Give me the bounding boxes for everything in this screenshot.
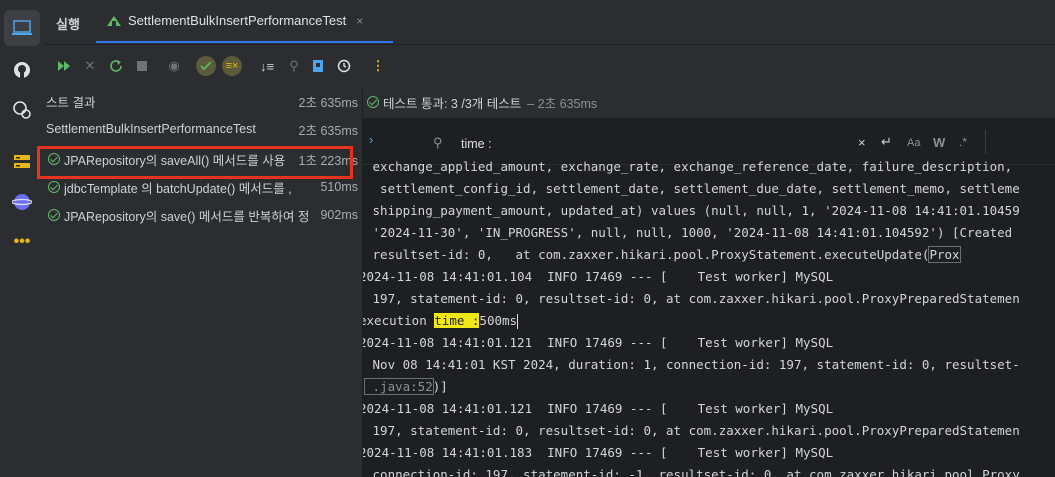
tool-window-bar: ••• — [0, 0, 45, 477]
test-tab-icon — [107, 15, 121, 26]
class-label: SettlementBulkInsertPerformanceTest — [46, 122, 256, 136]
console-line: 2024-11-08 14:41:01.121 INFO 17469 --- [… — [363, 335, 834, 350]
database-icon[interactable] — [10, 150, 34, 174]
rerun-all-icon[interactable] — [54, 56, 74, 76]
tree-row-root[interactable]: 스트 결과 2초 635ms — [44, 88, 362, 114]
match-case-toggle[interactable]: Aa — [907, 137, 920, 149]
enter-icon[interactable]: ↵ — [881, 134, 892, 150]
text-caret — [517, 314, 519, 329]
console-line: exchange_applied_amount, exchange_rate, … — [365, 160, 1013, 174]
close-tab-icon[interactable]: × — [356, 14, 363, 28]
root-label: 스트 결과 — [46, 95, 96, 110]
regex-toggle[interactable]: .* — [959, 135, 967, 149]
status-duration: – 2초 635ms — [527, 96, 598, 111]
search-icon: ⚲ — [433, 135, 443, 150]
tab-settlement-test[interactable]: SettlementBulkInsertPerformanceTest × — [96, 0, 393, 43]
tree-row-test-3[interactable]: JPARepository의 save() 메서드를 반복하여 정 902ms — [44, 202, 362, 228]
console-line: execution time :500ms — [363, 310, 519, 332]
pin-icon[interactable]: ⚲ — [284, 56, 304, 76]
test-tree: 스트 결과 2초 635ms SettlementBulkInsertPerfo… — [37, 86, 362, 477]
passed-icon — [48, 209, 60, 221]
console-line: 2024-11-08 14:41:01.121 INFO 17469 --- [… — [363, 401, 834, 416]
planet-icon[interactable] — [10, 190, 34, 214]
console-line: 2024-11-08 14:41:01.183 INFO 17469 --- [… — [363, 445, 834, 460]
tree-row-class[interactable]: SettlementBulkInsertPerformanceTest 2초 6… — [44, 116, 362, 142]
status-text: 테스트 통과: 3 /3개 테스트 — [383, 96, 522, 111]
console-line: resultset-id: 0, at com.zaxxer.hikari.po… — [365, 244, 961, 266]
search-divider — [985, 130, 986, 154]
expand-chevron-icon[interactable]: › — [369, 132, 373, 147]
show-passed-icon[interactable] — [196, 56, 216, 76]
console-line: settlement_config_id, settlement_date, s… — [365, 181, 1020, 196]
show-ignored-icon[interactable]: ≡× — [222, 56, 242, 76]
run-toolbar: ✕ ◉ ≡× ↓≡ ⚲ ⋮ — [44, 52, 1055, 82]
eye-icon[interactable]: ◉ — [164, 56, 184, 76]
console-line-text: )] — [432, 379, 448, 394]
console-search-bar: › ⚲ time : × ↵ Aa W .* — [363, 124, 1055, 165]
console-line: .java:52)] — [364, 376, 448, 398]
source-link[interactable]: .java:52 — [364, 378, 434, 395]
passed-icon — [48, 181, 60, 193]
console-line: 197, statement-id: 0, resultset-id: 0, a… — [365, 291, 1020, 306]
test-label: jdbcTemplate 의 batchUpdate() 메서드를 , — [64, 181, 292, 196]
rerun-icon[interactable] — [106, 56, 126, 76]
github-icon[interactable] — [10, 58, 34, 82]
root-duration: 2초 635ms — [298, 95, 358, 110]
test-duration: 510ms — [320, 180, 358, 194]
more-tools-icon[interactable]: ••• — [10, 230, 34, 254]
run-tool-icon[interactable] — [10, 16, 34, 40]
test-status-bar: 테스트 통과: 3 /3개 테스트 – 2초 635ms — [363, 86, 1055, 118]
source-link[interactable]: Prox — [928, 246, 961, 263]
services-icon[interactable] — [10, 98, 34, 122]
run-label: 실행 — [56, 17, 80, 32]
search-input[interactable]: time : — [461, 137, 492, 151]
class-duration: 2초 635ms — [298, 123, 358, 138]
stop-debug-icon[interactable]: ✕ — [80, 56, 100, 76]
whole-words-toggle[interactable]: W — [933, 135, 945, 150]
console-output[interactable]: exchange_applied_amount, exchange_rate, … — [363, 160, 1055, 477]
selection-highlight-box — [37, 146, 353, 179]
test-label: JPARepository의 save() 메서드를 반복하여 정 — [64, 209, 310, 224]
run-tool-window: 실행 SettlementBulkInsertPerformanceTest ×… — [37, 0, 1055, 477]
run-tabbar: 실행 SettlementBulkInsertPerformanceTest × — [44, 0, 1055, 45]
console-line: connection-id: 197, statement-id: -1, re… — [365, 467, 1020, 477]
tab-label: SettlementBulkInsertPerformanceTest — [128, 13, 347, 28]
console-line-text: resultset-id: 0, at com.zaxxer.hikari.po… — [365, 247, 930, 262]
export-icon[interactable] — [308, 56, 328, 76]
sort-icon[interactable]: ↓≡ — [257, 56, 277, 76]
console-line: '2024-11-30', 'IN_PROGRESS', null, null,… — [365, 225, 1013, 240]
console-line-text: execution — [363, 313, 435, 328]
search-match-highlight: time : — [434, 313, 480, 328]
more-icon[interactable]: ⋮ — [368, 56, 388, 76]
highlight-tail: 500ms — [479, 313, 518, 328]
clear-search-icon[interactable]: × — [858, 135, 866, 150]
history-icon[interactable] — [334, 56, 354, 76]
passed-icon — [367, 96, 379, 108]
console-line: 197, statement-id: 0, resultset-id: 0, a… — [365, 423, 1020, 438]
console-line: shipping_payment_amount, updated_at) val… — [365, 203, 1020, 218]
console-line: 2024-11-08 14:41:01.104 INFO 17469 --- [… — [363, 269, 834, 284]
console-line: Nov 08 14:41:01 KST 2024, duration: 1, c… — [365, 357, 1020, 372]
stop-icon[interactable] — [132, 56, 152, 76]
test-duration: 902ms — [320, 208, 358, 222]
